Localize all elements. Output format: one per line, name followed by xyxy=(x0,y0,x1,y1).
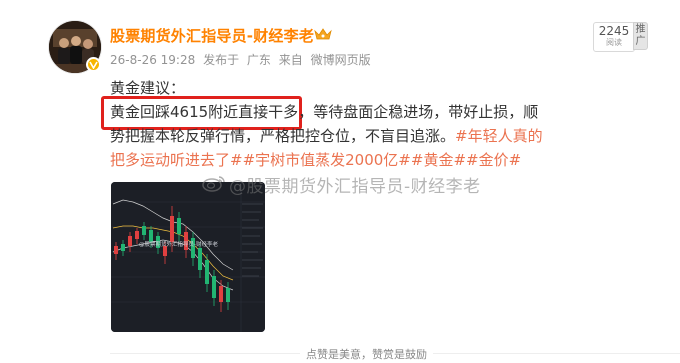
vip-badge-icon xyxy=(86,57,101,72)
post-location: 广东 xyxy=(246,53,271,67)
post-source: 微博网页版 xyxy=(310,53,371,67)
weibo-post-card: 股票期货外汇指导员-财经李老 26-8-26 19:28 发布于 广东 来自 微… xyxy=(0,0,680,363)
post-body: 黄金建议： 黄金回踩4615附近直接干多，等待盘面企稳进场，带好止损，顺势把握本… xyxy=(110,76,550,169)
post-meta: 26-8-26 19:28 发布于 广东 来自 微博网页版 xyxy=(110,51,375,68)
chart-thumb-label: @股票期货外汇指导员-财经李老 xyxy=(139,240,218,248)
views-count: 2245 xyxy=(598,24,630,38)
from-label: 发布于 xyxy=(203,53,240,67)
views-counter: 2245 阅读 xyxy=(593,22,635,52)
promote-button[interactable]: 推广 xyxy=(633,22,648,50)
watermark-text: @股票期货外汇指导员-财经李老 xyxy=(229,177,481,197)
post-paragraph: 黄金回踩4615附近直接干多，等待盘面企稳进场，带好止损，顺势把握本轮反弹行情，… xyxy=(110,100,550,172)
post-time[interactable]: 26-8-26 19:28 xyxy=(110,53,195,67)
highlighted-sentence: 黄金回踩4615附近直接干多 xyxy=(110,103,299,121)
post-title-line: 黄金建议： xyxy=(110,79,186,97)
source-label: 来自 xyxy=(278,53,303,67)
image-watermark: @股票期货外汇指导员-财经李老 xyxy=(202,172,481,197)
author-name[interactable]: 股票期货外汇指导员-财经李老 xyxy=(110,25,314,46)
candlestick-chart-image: @股票期货外汇指导员-财经李老 xyxy=(111,182,265,332)
weibo-logo-icon xyxy=(202,176,225,192)
reward-tip: 点赞是美意，赞赏是鼓励 xyxy=(300,346,433,362)
post-image-chart[interactable]: @股票期货外汇指导员-财经李老 xyxy=(111,182,265,332)
crown-badge-icon xyxy=(314,28,332,40)
views-label: 阅读 xyxy=(606,38,622,47)
